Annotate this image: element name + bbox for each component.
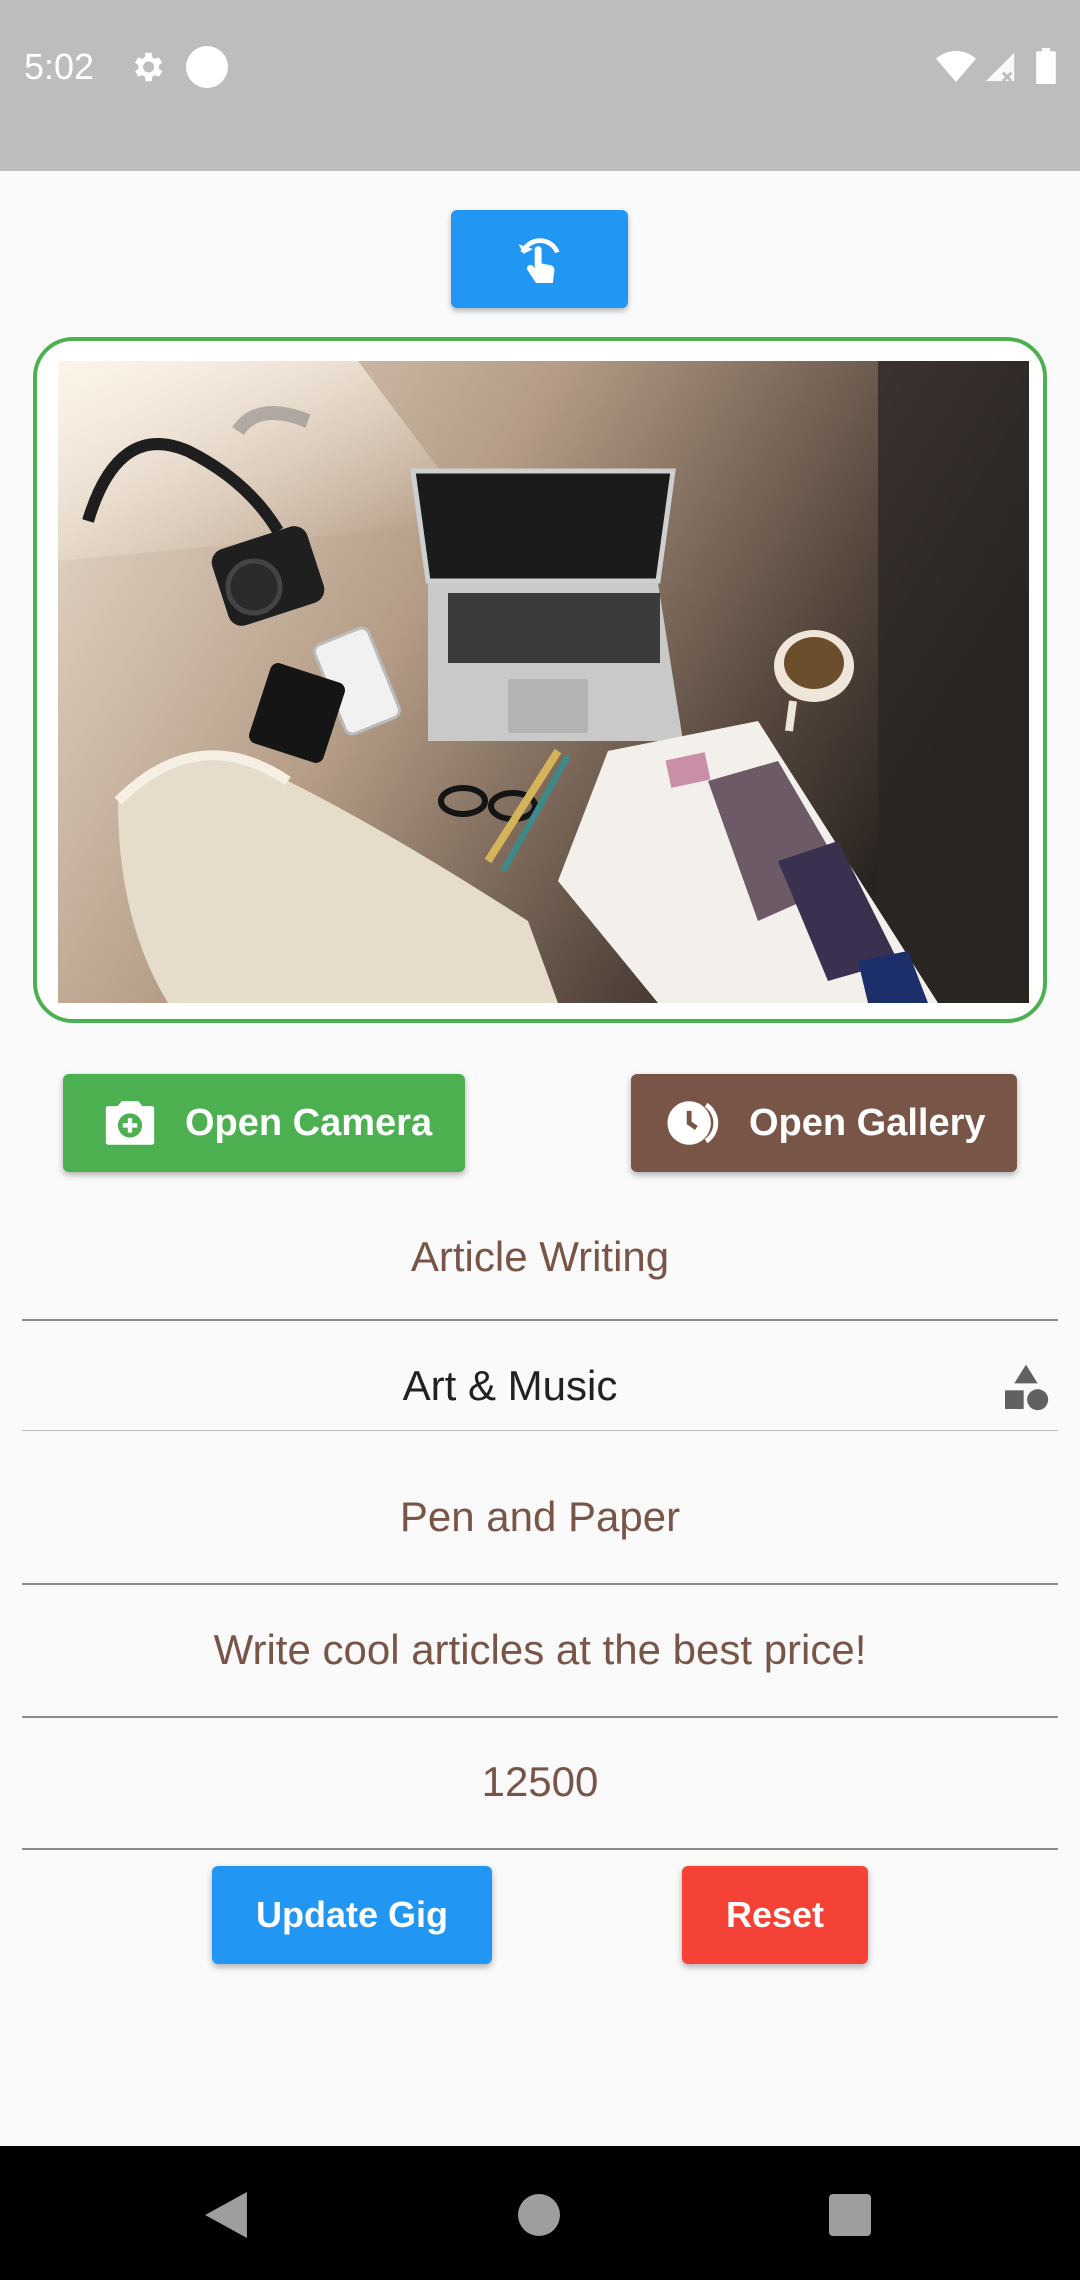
open-gallery-button[interactable]: Open Gallery xyxy=(631,1074,1017,1172)
gig-photo xyxy=(58,361,1029,1003)
gig-description-underline xyxy=(22,1716,1058,1718)
touch-rotate-icon xyxy=(518,238,560,283)
category-dropdown[interactable]: Art & Music xyxy=(22,1342,1058,1430)
status-time: 5:02 xyxy=(24,46,95,87)
update-gig-button[interactable]: Update Gig xyxy=(212,1866,492,1964)
category-selected-value: Art & Music xyxy=(402,1362,618,1409)
home-icon[interactable] xyxy=(518,2194,560,2236)
shapes-icon[interactable] xyxy=(998,1360,1054,1416)
gig-tools-value: Pen and Paper xyxy=(399,1493,681,1540)
recents-icon[interactable] xyxy=(829,2194,871,2236)
open-camera-button[interactable]: Open Camera xyxy=(63,1074,465,1172)
open-gallery-label: Open Gallery xyxy=(749,1101,986,1144)
rotate-touch-button[interactable] xyxy=(451,210,628,308)
gallery-clock-icon xyxy=(667,1101,719,1145)
gig-tools-field[interactable]: Pen and Paper xyxy=(22,1472,1058,1562)
wifi-icon xyxy=(936,51,976,82)
gig-price-value: 12500 xyxy=(481,1758,599,1805)
update-gig-label: Update Gig xyxy=(255,1894,448,1935)
gig-price-underline xyxy=(22,1848,1058,1850)
category-underline xyxy=(22,1430,1058,1431)
image-preview-frame xyxy=(33,337,1047,1023)
back-icon[interactable] xyxy=(204,2192,248,2238)
photo-illustration xyxy=(58,361,1029,1003)
gig-description-value: Write cool articles at the best price! xyxy=(213,1626,867,1673)
system-nav-bar xyxy=(0,2146,1080,2280)
reset-label: Reset xyxy=(725,1894,825,1935)
gig-title-value: Article Writing xyxy=(410,1233,670,1280)
settings-icon xyxy=(134,52,163,82)
gig-title-field[interactable]: Article Writing xyxy=(22,1212,1058,1302)
battery-icon xyxy=(1036,48,1056,84)
reset-button[interactable]: Reset xyxy=(682,1866,868,1964)
camera-plus-icon xyxy=(105,1101,155,1145)
cell-signal-icon xyxy=(985,52,1015,83)
notification-dot-icon xyxy=(186,46,228,88)
gig-tools-underline xyxy=(22,1583,1058,1585)
gig-title-underline xyxy=(22,1319,1058,1321)
open-camera-label: Open Camera xyxy=(185,1101,433,1144)
gig-description-field[interactable]: Write cool articles at the best price! xyxy=(22,1605,1058,1695)
gig-price-field[interactable]: 12500 xyxy=(22,1737,1058,1827)
status-bar: 5:02 xyxy=(0,0,1080,171)
